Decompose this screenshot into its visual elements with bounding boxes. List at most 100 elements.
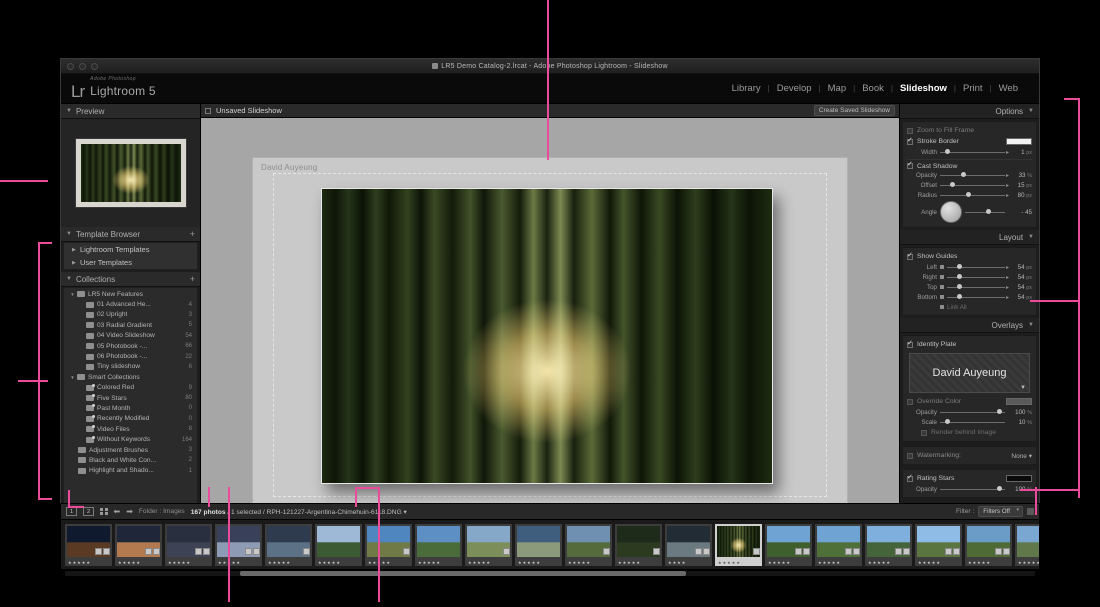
thumb-badge-icon[interactable]	[503, 548, 510, 555]
filmstrip-thumb[interactable]: ★★★★★	[165, 524, 212, 566]
zoom-to-fill-row[interactable]: Zoom to Fill Frame	[907, 125, 1032, 136]
shadow-opacity-track[interactable]: ▸	[940, 175, 1005, 176]
collection-row[interactable]: 03 Radial Gradient5	[64, 320, 197, 330]
rating-stars-checkbox[interactable]	[907, 476, 913, 482]
identity-plate-checkbox[interactable]	[907, 342, 913, 348]
filmstrip-thumb[interactable]: ★★★★★	[965, 524, 1012, 566]
collection-row[interactable]: Colored Red9	[64, 383, 197, 393]
create-saved-slideshow-button[interactable]: Create Saved Slideshow	[814, 105, 895, 116]
filter-select[interactable]: Filters Off	[978, 506, 1023, 517]
module-map[interactable]: Map	[821, 83, 853, 94]
collection-row[interactable]: ▼LR5 New Features	[64, 289, 197, 299]
collection-row[interactable]: 04 Video Slideshow54	[64, 331, 197, 341]
rating-stars-row[interactable]: Rating Stars	[907, 473, 1032, 484]
template-list[interactable]: ▶Lightroom Templates▶User Templates	[63, 242, 198, 270]
thumb-badge-icon[interactable]	[403, 548, 410, 555]
thumb-badge-icon[interactable]	[803, 548, 810, 555]
screen-1-button[interactable]: 1	[66, 507, 77, 516]
margin-top-row[interactable]: Top ▸ 54 px	[907, 282, 1032, 292]
thumb-badges[interactable]	[895, 548, 910, 555]
width-slider-row[interactable]: Width ▸ 1 px	[907, 147, 1032, 157]
collection-row[interactable]: ▼Smart Collections	[64, 372, 197, 382]
link-bottom-toggle[interactable]	[940, 295, 944, 299]
thumb-badges[interactable]	[995, 548, 1010, 555]
filmstrip-thumb[interactable]: ★★★★★	[65, 524, 112, 566]
collection-row[interactable]: Five Stars80	[64, 393, 197, 403]
watermarking-value[interactable]: None ▾	[1011, 452, 1032, 460]
chevron-down-icon[interactable]: ▼	[68, 292, 77, 297]
chevron-down-icon[interactable]: ▼	[68, 375, 77, 380]
thumb-badge-icon[interactable]	[703, 548, 710, 555]
zoom-to-fill-checkbox[interactable]	[907, 128, 913, 134]
cast-shadow-row[interactable]: Cast Shadow	[907, 159, 1032, 170]
filmstrip-thumb[interactable]: ★★★★★	[215, 524, 262, 566]
filmstrip-thumb[interactable]: ★★★★★	[865, 524, 912, 566]
template-group[interactable]: ▶User Templates	[64, 256, 197, 269]
thumb-badge-icon[interactable]	[903, 548, 910, 555]
collection-row[interactable]: Past Month0	[64, 403, 197, 413]
show-guides-row[interactable]: Show Guides	[907, 251, 1032, 262]
stroke-border-checkbox[interactable]	[907, 139, 913, 145]
link-all-row[interactable]: Link All	[907, 302, 1032, 312]
thumb-badge-icon[interactable]	[953, 548, 960, 555]
overlay-scale-track[interactable]	[940, 422, 1005, 423]
thumb-badges[interactable]	[503, 548, 510, 555]
thumb-badge-icon[interactable]	[753, 548, 760, 555]
filmstrip-thumb[interactable]: ★★★★★	[465, 524, 512, 566]
overlay-scale-row[interactable]: Scale 10 %	[907, 417, 1032, 427]
thumb-badge-icon[interactable]	[845, 548, 852, 555]
chevron-down-icon[interactable]: ▼	[1020, 385, 1026, 391]
margin-bottom-row[interactable]: Bottom ▸ 54 px	[907, 292, 1032, 302]
shadow-angle-row[interactable]: Angle - 45	[907, 200, 1032, 224]
thumb-badge-icon[interactable]	[853, 548, 860, 555]
thumb-badges[interactable]	[145, 548, 160, 555]
module-slideshow[interactable]: Slideshow	[893, 83, 954, 94]
thumb-badge-icon[interactable]	[895, 548, 902, 555]
margin-bottom-track[interactable]: ▸	[947, 297, 1005, 298]
collection-row[interactable]: 05 Photobook -...66	[64, 341, 197, 351]
render-behind-row[interactable]: Render behind image	[907, 427, 1032, 438]
override-color-checkbox[interactable]	[907, 399, 913, 405]
add-collection-button[interactable]: +	[190, 274, 195, 284]
overlay-opacity-row[interactable]: Opacity 100 %	[907, 407, 1032, 417]
filmstrip-thumb[interactable]: ★★★★★	[515, 524, 562, 566]
collection-row[interactable]: 02 Upright3	[64, 310, 197, 320]
margin-left-track[interactable]: ▸	[947, 267, 1005, 268]
collections-header[interactable]: ▼ Collections +	[61, 272, 200, 287]
thumb-badges[interactable]	[195, 548, 210, 555]
shadow-offset-track[interactable]: ▸	[940, 185, 1005, 186]
margin-right-track[interactable]: ▸	[947, 277, 1005, 278]
thumb-badges[interactable]	[245, 548, 260, 555]
shadow-radius-track[interactable]: ▸	[940, 195, 1005, 196]
width-track[interactable]: ▸	[940, 152, 1005, 153]
filmstrip-thumb[interactable]: ★★★★	[665, 524, 712, 566]
module-develop[interactable]: Develop	[770, 83, 819, 94]
thumb-badges[interactable]	[795, 548, 810, 555]
thumb-badge-icon[interactable]	[795, 548, 802, 555]
thumb-badges[interactable]	[845, 548, 860, 555]
thumb-badges[interactable]	[945, 548, 960, 555]
filmstrip-source[interactable]: Folder : Images	[139, 508, 185, 515]
filter-toggle-icon[interactable]	[1027, 508, 1034, 515]
render-behind-checkbox[interactable]	[921, 430, 927, 436]
collection-row[interactable]: Adjustment Brushes3	[64, 445, 197, 455]
collection-row[interactable]: 01 Advanced He...4	[64, 299, 197, 309]
thumb-badge-icon[interactable]	[203, 548, 210, 555]
module-book[interactable]: Book	[855, 83, 891, 94]
thumb-badge-icon[interactable]	[253, 548, 260, 555]
margin-left-row[interactable]: Left ▸ 54 px	[907, 262, 1032, 272]
slide-identity-plate[interactable]: David Auyeung	[261, 163, 317, 172]
cast-shadow-checkbox[interactable]	[907, 163, 913, 169]
filmstrip-thumb[interactable]: ★★★★★	[765, 524, 812, 566]
thumb-badge-icon[interactable]	[103, 548, 110, 555]
thumb-badges[interactable]	[403, 548, 410, 555]
override-color-row[interactable]: Override Color	[907, 396, 1032, 407]
thumb-badges[interactable]	[303, 548, 310, 555]
overlays-header[interactable]: Overlays ▼	[900, 318, 1039, 333]
identity-plate-row[interactable]: Identity Plate	[907, 339, 1032, 350]
filmstrip-meta[interactable]: 167 photos / 1 selected / RPH-121227-Arg…	[191, 508, 407, 516]
thumb-badge-icon[interactable]	[195, 548, 202, 555]
margin-right-row[interactable]: Right ▸ 54 px	[907, 272, 1032, 282]
thumb-badges[interactable]	[95, 548, 110, 555]
layout-header[interactable]: Layout ▼	[900, 230, 1039, 245]
